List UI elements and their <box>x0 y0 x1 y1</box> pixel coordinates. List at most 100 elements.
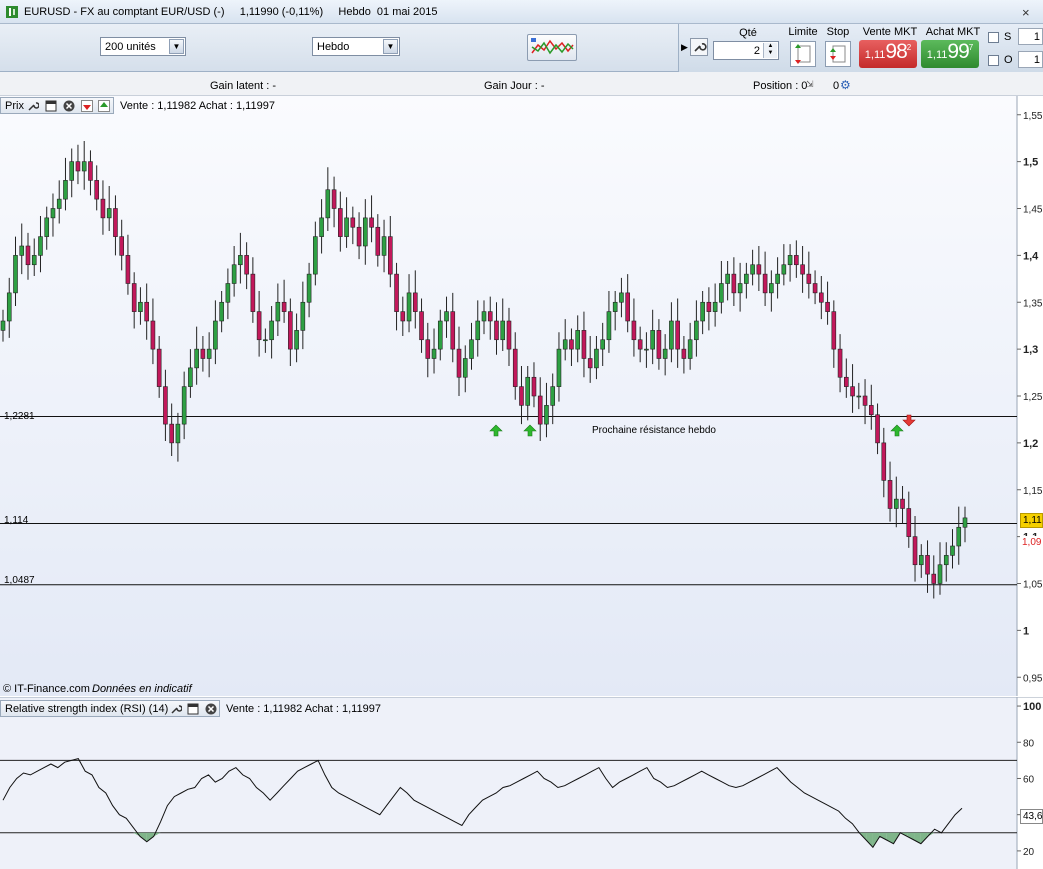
candle-body <box>687 339 693 359</box>
gear-icon[interactable]: ⚙ <box>840 78 851 92</box>
stop-label: Stop <box>826 26 850 38</box>
candle-body <box>94 180 100 200</box>
rsi-chart[interactable]: 10080604020 <box>0 697 1043 869</box>
candle-body <box>394 273 399 312</box>
sell-price-sup: 2 <box>906 43 912 52</box>
candle-body <box>544 405 549 425</box>
chart-style-icon <box>531 38 574 55</box>
candle-body <box>31 255 37 266</box>
info-bar: Gain latent : - Gain Jour : - Position :… <box>0 72 1043 96</box>
candle-body <box>918 555 924 566</box>
move-down-icon[interactable] <box>81 100 93 112</box>
buy-market-button[interactable]: 1,11997 <box>921 40 979 68</box>
candle-body <box>288 311 293 350</box>
rsi-tick-label: 60 <box>1023 774 1035 785</box>
sell-market-button[interactable]: 1,11982 <box>859 40 917 68</box>
candle-body <box>681 348 687 359</box>
candle-body <box>769 283 774 294</box>
candle-body <box>875 414 880 444</box>
candle-body <box>794 255 799 266</box>
candle-body <box>38 236 43 256</box>
period-select[interactable]: Hebdo ▼ <box>312 37 400 56</box>
chevron-down-icon[interactable]: ▼ <box>383 39 398 54</box>
candle-body <box>144 301 149 322</box>
objective-checkbox[interactable] <box>988 55 999 66</box>
candle-body <box>113 208 118 237</box>
price-badge-2: 1,09 <box>1020 536 1043 549</box>
window-icon[interactable] <box>187 703 199 715</box>
candle-body <box>694 320 699 341</box>
price-tick-label: 1,4 <box>1023 250 1039 262</box>
qty-stepper[interactable]: ▲ ▼ <box>763 43 777 58</box>
candle-body <box>669 320 674 350</box>
candle-body <box>425 339 431 359</box>
limit-label: Limite <box>788 26 818 38</box>
candle-body <box>462 358 468 378</box>
candle-body <box>519 386 524 406</box>
candle-body <box>612 301 618 312</box>
candle-body <box>206 348 212 359</box>
stop-order-icon <box>830 45 846 63</box>
objective-input[interactable]: 1 <box>1018 51 1043 68</box>
price-chart[interactable]: 1,551,51,451,41,351,31,251,21,151,11,051… <box>0 96 1043 696</box>
stop-input[interactable]: 1 <box>1018 28 1043 45</box>
chart-style-button[interactable] <box>527 34 577 61</box>
candle-body <box>806 273 812 284</box>
close-icon[interactable] <box>63 100 75 112</box>
candle-body <box>494 320 499 341</box>
stop-order-button[interactable] <box>825 41 851 67</box>
candle-body <box>131 283 137 312</box>
candle-body <box>762 273 768 294</box>
sell-price-big: 98 <box>885 40 907 63</box>
close-icon[interactable] <box>205 703 217 715</box>
candle-body <box>912 536 918 566</box>
wrench-icon[interactable] <box>170 703 182 715</box>
position-detail-icon[interactable]: ⇲ <box>806 79 814 90</box>
candle-body <box>531 376 537 397</box>
limit-order-button[interactable] <box>790 41 816 67</box>
candle-body <box>850 386 855 397</box>
candle-body <box>662 348 668 359</box>
candlestick-icon <box>6 6 18 18</box>
candle-body <box>275 301 281 322</box>
collapse-arrow-icon[interactable]: ▶ <box>681 42 688 53</box>
candle-body <box>331 189 337 209</box>
candle-body <box>294 330 299 350</box>
candle-body <box>825 301 830 312</box>
candle-body <box>812 283 818 294</box>
candle-body <box>675 320 680 350</box>
candle-body <box>350 217 356 228</box>
candle-body <box>19 245 25 256</box>
level-label-2: 1,114 <box>4 515 29 526</box>
price-tick-label: 1,35 <box>1023 298 1043 309</box>
units-select[interactable]: 200 unités ▼ <box>100 37 186 56</box>
candle-body <box>63 180 68 200</box>
qty-value: 2 <box>753 45 760 57</box>
wrench-icon[interactable] <box>690 38 708 56</box>
sl-tp-panel: S 1 O 1 <box>984 24 1043 72</box>
qty-label: Qté <box>739 27 757 39</box>
chevron-down-icon[interactable]: ▼ <box>169 39 184 54</box>
candle-body <box>837 348 843 378</box>
move-up-icon[interactable] <box>98 100 110 112</box>
rsi-panel-label: Relative strength index (RSI) (14) <box>5 703 169 715</box>
wrench-icon[interactable] <box>27 100 39 112</box>
price-tick-label: 1,2 <box>1023 438 1038 450</box>
price-tick-label: 1,05 <box>1023 580 1043 591</box>
candle-body <box>356 226 362 247</box>
close-icon[interactable]: × <box>1022 5 1030 20</box>
price-panel-toolbar: Prix <box>0 97 114 114</box>
candle-body <box>900 498 905 509</box>
window-icon[interactable] <box>45 100 57 112</box>
qty-input[interactable]: 2 ▲ ▼ <box>713 41 779 60</box>
stop-checkbox[interactable] <box>988 32 999 43</box>
candle-body <box>550 386 556 406</box>
candle-body <box>625 292 630 322</box>
candle-body <box>581 330 587 359</box>
window-title: EURUSD - FX au comptant EUR/USD (-) 1,11… <box>24 6 438 18</box>
sell-price-small: 1,11 <box>864 49 886 61</box>
period-select-value: Hebdo <box>317 41 350 53</box>
stop-input-value: 1 <box>1033 31 1040 43</box>
candle-body <box>456 348 462 378</box>
candle-body <box>419 311 424 341</box>
